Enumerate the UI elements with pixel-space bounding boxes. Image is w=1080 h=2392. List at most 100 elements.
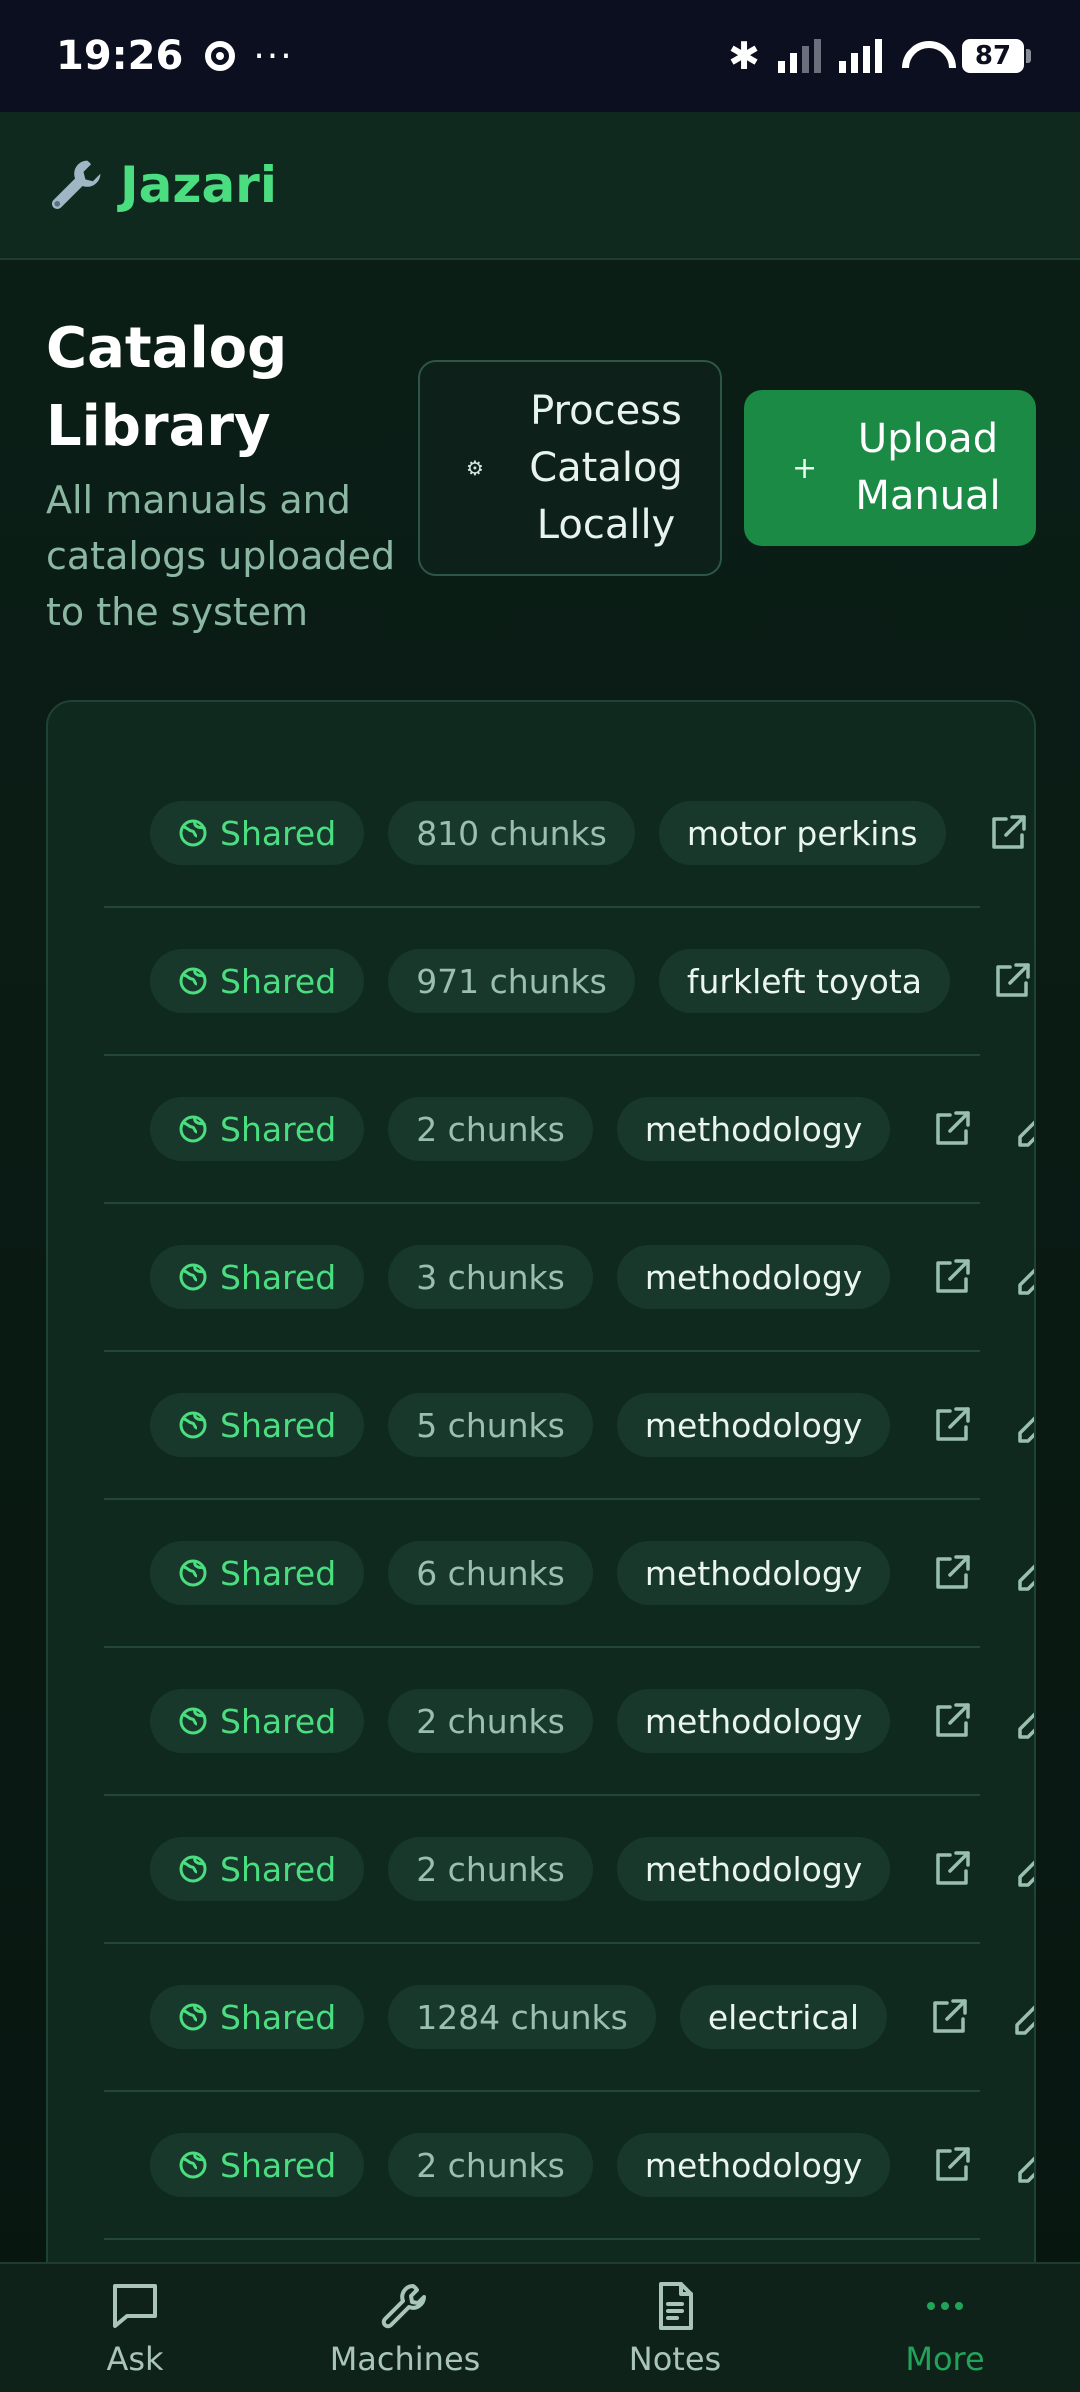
chunks-badge: 810 chunks [388,801,635,865]
shared-badge-label: Shared [220,1405,337,1445]
category-tag: methodology [616,1689,891,1753]
page-title-line1: Catalog [46,316,288,381]
chrome-icon [205,41,236,71]
chunks-badge: 2 chunks [388,1689,593,1753]
shared-badge-label: Shared [220,1257,337,1297]
nav-machines[interactable]: Machines [270,2264,540,2392]
catalog-row-items: Shared 2 chunks methodology [150,1648,1036,1794]
nav-ask-label: Ask [106,2340,164,2378]
edit-pencil-icon[interactable] [1014,1255,1036,1299]
app-name[interactable]: Jazari [120,156,277,214]
category-tag: methodology [616,1837,891,1901]
chunks-badge: 2 chunks [388,1097,593,1161]
chunks-badge: 2 chunks [388,2133,593,2197]
catalog-row-items: Shared 971 chunks furkleft toyota [150,908,1034,1054]
edit-pencil-icon[interactable] [1014,2143,1036,2187]
open-external-icon[interactable] [930,1847,974,1891]
shared-badge-label: Shared [220,1553,337,1593]
category-tag: methodology [616,1541,891,1605]
catalog-row[interactable]: Shared 3 chunks methodology [104,1204,1034,1352]
screen: 19:26 ··· ✱ 87 Jazari Catalog Library Al… [0,0,1080,2392]
shared-badge-label: Shared [220,1109,337,1149]
catalog-row[interactable]: Shared 971 chunks furkleft toyota [104,908,1030,1056]
shared-badge-label: Shared [220,961,337,1001]
globe-icon [179,1707,207,1735]
shared-badge-label: Shared [220,1701,337,1741]
open-external-icon[interactable] [930,1699,974,1743]
shared-badge: Shared [150,1097,365,1161]
open-external-icon[interactable] [930,1107,974,1151]
catalog-row[interactable]: Shared 2 chunks methodology [104,1796,1034,1944]
catalog-row[interactable]: Shared 810 chunks motor perkins [104,760,1026,908]
open-external-icon[interactable] [990,959,1034,1003]
nav-notes[interactable]: Notes [540,2264,810,2392]
shared-badge: Shared [150,801,365,865]
catalog-list: Shared 810 chunks motor perkins Shared 971 c… [46,700,1036,2392]
status-icons: ✱ 87 [728,34,1031,78]
chunks-badge: 971 chunks [388,949,635,1013]
edit-pencil-icon[interactable] [1014,1847,1036,1891]
chunks-badge: 2 chunks [388,1837,593,1901]
catalog-row[interactable]: Shared 1284 chunks electrical [104,1944,1034,2092]
process-catalog-button[interactable]: ⚙ Process Catalog Locally [418,360,722,576]
globe-icon [179,819,207,847]
upload-manual-button[interactable]: + Upload Manual [744,390,1036,546]
open-external-icon[interactable] [930,2143,974,2187]
catalog-row[interactable]: Shared 5 chunks methodology [104,1352,1034,1500]
edit-pencil-icon[interactable] [1014,1551,1036,1595]
open-external-icon[interactable] [986,811,1030,855]
category-tag: methodology [616,1245,891,1309]
wrench-logo-icon [51,160,101,210]
category-tag: methodology [616,1097,891,1161]
catalog-row-items: Shared 3 chunks methodology [150,1204,1036,1350]
bottom-nav: Ask Machines Notes More [0,2262,1080,2392]
catalog-row-items: Shared 810 chunks motor perkins [150,760,1034,906]
signal-icon-2 [839,39,882,73]
wrench-icon [381,2284,426,2329]
edit-pencil-icon[interactable] [1014,1107,1036,1151]
nav-machines-label: Machines [329,2340,481,2378]
chunks-badge: 6 chunks [388,1541,593,1605]
catalog-row[interactable]: Shared 2 chunks methodology [104,1648,1034,1796]
chunks-badge: 3 chunks [388,1245,593,1309]
open-external-icon[interactable] [930,1255,974,1299]
page-header: Catalog Library All manuals and catalogs… [46,310,406,640]
catalog-row[interactable]: Shared 2 chunks methodology [104,2092,1034,2240]
process-icon: ⚙ [466,456,484,480]
open-external-icon[interactable] [927,1995,971,2039]
shared-badge: Shared [150,1689,365,1753]
category-tag: methodology [616,2133,891,2197]
more-notifications-icon: ··· [253,35,294,77]
nav-notes-label: Notes [628,2340,722,2378]
shared-badge-label: Shared [220,813,337,853]
shared-badge: Shared [150,1541,365,1605]
nav-ask[interactable]: Ask [0,2264,270,2392]
shared-badge-label: Shared [220,2145,337,2185]
upload-manual-label: Upload Manual [855,416,1001,519]
document-icon [659,2282,693,2330]
catalog-row[interactable]: Shared 6 chunks methodology [104,1500,1034,1648]
wifi-icon [900,39,944,73]
shared-badge: Shared [150,1393,365,1457]
chunks-badge: 1284 chunks [388,1985,656,2049]
open-external-icon[interactable] [930,1403,974,1447]
catalog-row[interactable]: Shared 2 chunks methodology [104,1056,1034,1204]
nav-more[interactable]: More [810,2264,1080,2392]
globe-icon [179,1115,207,1143]
catalog-row-items: Shared 2 chunks methodology [150,2092,1036,2238]
category-tag: methodology [616,1393,891,1457]
edit-pencil-icon[interactable] [1014,1699,1036,1743]
shared-badge: Shared [150,1985,365,2049]
process-catalog-label: Process Catalog Locally [529,387,683,548]
app-header: Jazari [0,112,1080,260]
battery-icon: 87 [962,39,1031,73]
edit-pencil-icon[interactable] [1014,1403,1036,1447]
edit-pencil-icon[interactable] [1011,1995,1036,2039]
more-icon [927,2302,963,2310]
status-bar: 19:26 ··· ✱ 87 [0,0,1080,112]
catalog-row-items: Shared 1284 chunks electrical [150,1944,1036,2090]
open-external-icon[interactable] [930,1551,974,1595]
chat-icon [113,2284,157,2328]
catalog-row-items: Shared 2 chunks methodology [150,1056,1036,1202]
plus-icon: + [792,450,818,486]
